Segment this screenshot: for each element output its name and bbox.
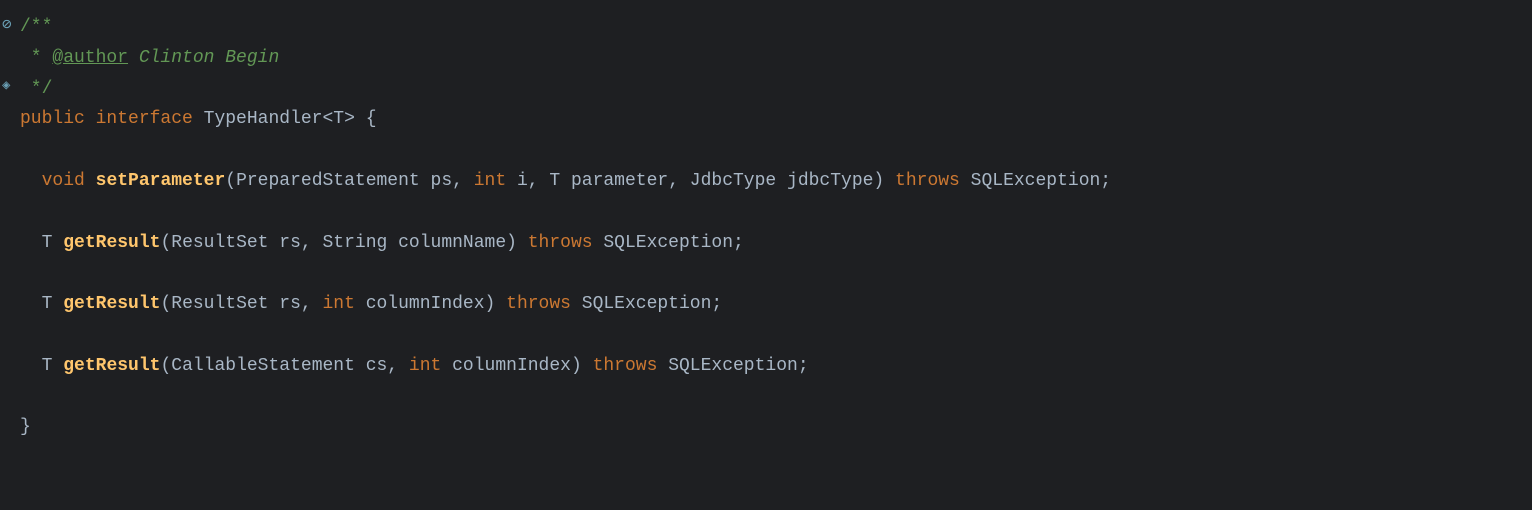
code-line-3: ◈ */ [0, 74, 1532, 105]
method-getResult-1: getResult [63, 229, 160, 258]
method-getResult-2: getResult [63, 290, 160, 319]
bookmark-icon-3: ◈ [2, 75, 10, 97]
code-line-4: public interface TypeHandler<T> { [0, 104, 1532, 135]
code-editor: ⊘ /** * @author Clinton Begin ◈ */ publi… [0, 0, 1532, 510]
keyword-interface: interface [96, 105, 193, 134]
method-setParameter: setParameter [96, 167, 226, 196]
code-line-8: T getResult(ResultSet rs, String columnN… [0, 228, 1532, 259]
code-line-7 [0, 197, 1532, 228]
author-name: Clinton Begin [128, 44, 279, 73]
code-line-9 [0, 258, 1532, 289]
code-content: */ [20, 75, 52, 104]
code-line-11 [0, 320, 1532, 351]
code-line-10: T getResult(ResultSet rs, int columnInde… [0, 289, 1532, 320]
code-line-6: void setParameter(PreparedStatement ps, … [0, 166, 1532, 197]
code-line-12: T getResult(CallableStatement cs, int co… [0, 351, 1532, 382]
code-content: /** [20, 13, 52, 42]
code-line-14: } [0, 412, 1532, 443]
method-getResult-3: getResult [63, 352, 160, 381]
code-line-13 [0, 382, 1532, 413]
keyword-void: void [42, 167, 85, 196]
interface-name: TypeHandler [204, 105, 323, 134]
keyword-public: public [20, 105, 85, 134]
code-line-2: * @author Clinton Begin [0, 43, 1532, 74]
bookmark-icon-1: ⊘ [2, 13, 12, 39]
code-content: * [20, 44, 52, 73]
code-line-1: ⊘ /** [0, 12, 1532, 43]
code-line-5 [0, 135, 1532, 166]
author-tag: @author [52, 44, 128, 73]
